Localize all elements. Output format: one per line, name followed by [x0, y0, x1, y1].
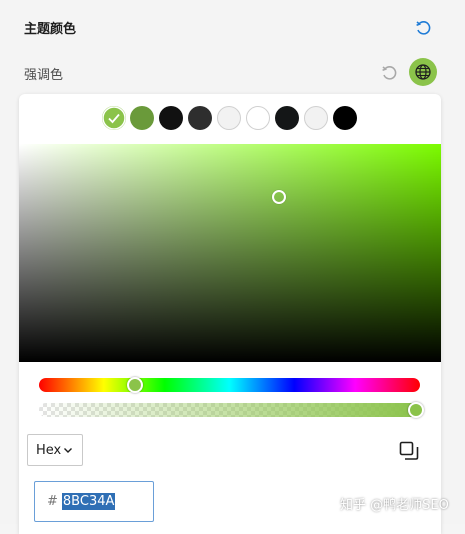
hex-prefix: # [47, 494, 58, 509]
saturation-value-area[interactable] [19, 144, 441, 362]
globe-icon [415, 64, 431, 80]
reset-accent-button[interactable] [380, 64, 398, 82]
reset-icon [416, 21, 431, 35]
color-format-value: Hex [36, 442, 62, 458]
alpha-slider[interactable] [39, 403, 420, 417]
color-swatch[interactable] [188, 106, 212, 130]
color-swatch[interactable] [246, 106, 270, 130]
color-swatch[interactable] [217, 106, 241, 130]
hue-slider-handle[interactable] [127, 377, 143, 393]
hue-slider[interactable] [39, 378, 420, 392]
hex-value: 8BC34A [61, 493, 116, 510]
hex-input[interactable]: # 8BC34A [34, 481, 154, 522]
color-swatch[interactable] [159, 106, 183, 130]
copy-color-button[interactable] [398, 440, 420, 462]
color-swatch[interactable] [333, 106, 357, 130]
color-format-select[interactable]: Hex [27, 434, 83, 466]
copy-icon [399, 441, 419, 460]
check-icon [102, 106, 126, 130]
accent-color-button[interactable] [409, 58, 437, 86]
color-swatch[interactable] [304, 106, 328, 130]
section-title: 主题颜色 [24, 22, 77, 37]
color-swatch[interactable] [102, 106, 126, 130]
reset-icon [382, 66, 397, 80]
chevron-down-icon [64, 448, 72, 453]
watermark: 知乎 @鸭老师SEO [340, 498, 449, 513]
alpha-slider-handle[interactable] [408, 402, 424, 418]
color-swatch[interactable] [275, 106, 299, 130]
color-swatch[interactable] [130, 106, 154, 130]
accent-color-label: 强调色 [24, 68, 64, 83]
reset-theme-button[interactable] [414, 19, 432, 37]
saturation-handle[interactable] [272, 190, 286, 204]
alpha-gradient [39, 403, 420, 417]
